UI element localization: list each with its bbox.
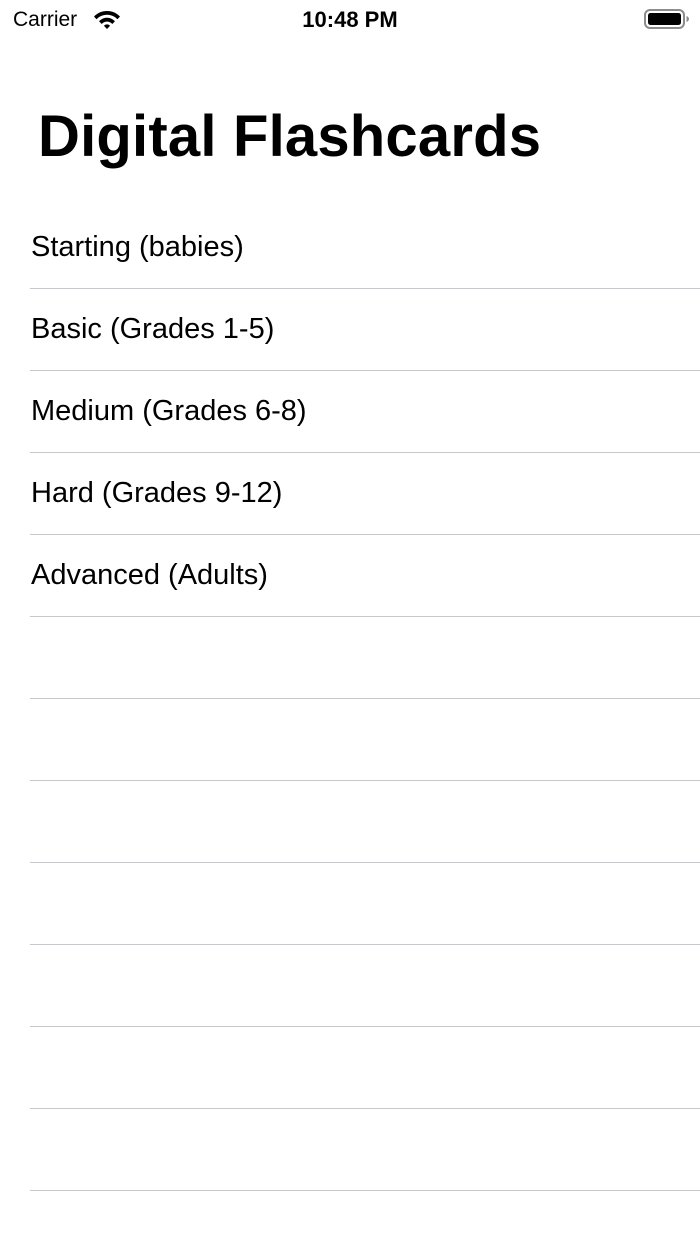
status-time: 10:48 PM [302,7,398,32]
list-item-label: Hard (Grades 9-12) [31,477,283,509]
list-item-basic[interactable]: Basic (Grades 1-5) [0,289,700,371]
empty-row [0,863,700,945]
list-item-starting[interactable]: Starting (babies) [0,207,700,289]
list-item-hard[interactable]: Hard (Grades 9-12) [0,453,700,535]
level-list: Starting (babies) Basic (Grades 1-5) Med… [0,207,700,1191]
empty-row [0,699,700,781]
page-title: Digital Flashcards [38,104,542,169]
empty-row [0,1109,700,1191]
list-item-advanced[interactable]: Advanced (Adults) [0,535,700,617]
battery-icon [644,9,689,29]
empty-row [0,617,700,699]
list-item-label: Basic (Grades 1-5) [31,313,275,345]
list-item-label: Starting (babies) [31,231,244,263]
empty-row [0,781,700,863]
list-item-medium[interactable]: Medium (Grades 6-8) [0,371,700,453]
status-bar: Carrier 10:48 PM [0,0,700,40]
list-item-label: Medium (Grades 6-8) [31,395,307,427]
empty-row [0,1027,700,1109]
list-item-label: Advanced (Adults) [31,559,268,591]
empty-row [0,945,700,1027]
